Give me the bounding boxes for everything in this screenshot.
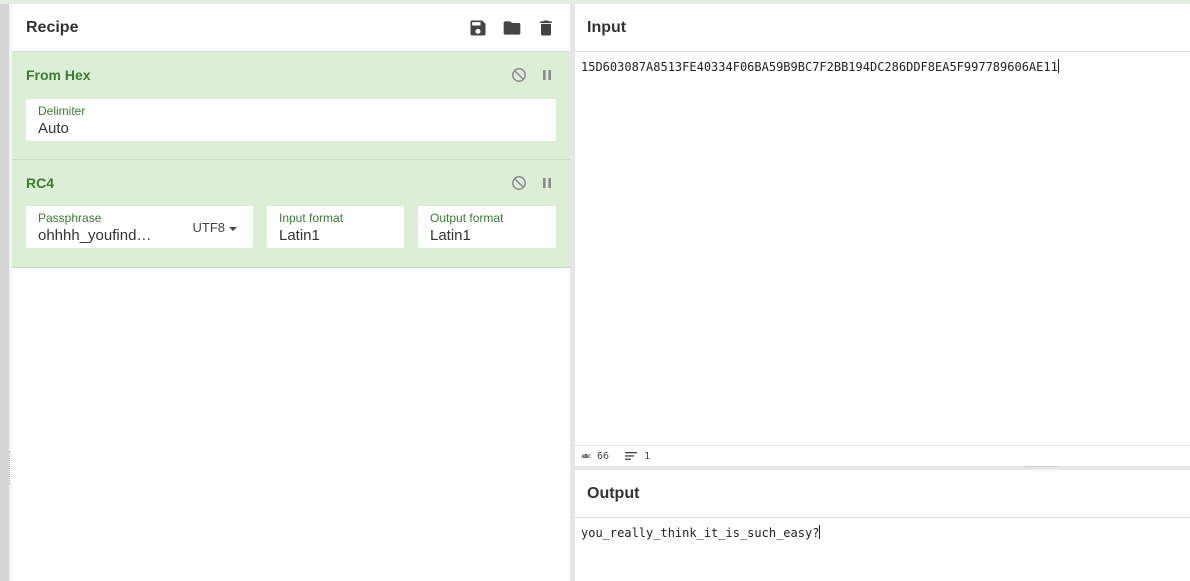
trash-icon[interactable]	[536, 18, 556, 38]
input-title: Input	[587, 18, 627, 36]
text-cursor	[819, 525, 821, 539]
operations-panel-edge	[0, 4, 9, 581]
output-textarea[interactable]: you_really_think_it_is_such_easy?	[575, 518, 1190, 547]
input-text: 15D603087A8513FE40334F06BA59B9BC7F2BB194…	[581, 60, 1058, 74]
rc4-args: Passphrase ohhhh_youfind… UTF8 Input for…	[26, 206, 556, 248]
encoding-dropdown[interactable]: UTF8	[192, 220, 237, 235]
text-cursor	[1057, 59, 1059, 73]
field-value[interactable]: Auto	[38, 119, 544, 139]
operation-header: From Hex	[26, 52, 556, 98]
input-lines: 1	[644, 450, 651, 462]
encoding-label: UTF8	[192, 220, 226, 235]
resize-grip[interactable]	[1026, 466, 1058, 469]
field-label: Input format	[279, 211, 344, 225]
save-icon[interactable]	[468, 18, 488, 38]
output-title: Output	[587, 484, 640, 502]
input-textarea[interactable]: 15D603087A8513FE40334F06BA59B9BC7F2BB194…	[575, 52, 1190, 81]
input-format-field[interactable]: Input format Latin1	[267, 206, 404, 248]
disable-icon[interactable]	[510, 174, 528, 192]
field-label: Passphrase	[38, 211, 102, 225]
output-format-field[interactable]: Output format Latin1	[418, 206, 556, 248]
field-value[interactable]: Latin1	[279, 226, 392, 246]
abc-icon: ᴀʙᴄ	[581, 452, 592, 460]
output-text: you_really_think_it_is_such_easy?	[581, 526, 820, 540]
folder-icon[interactable]	[502, 18, 522, 38]
input-status-bar: ᴀʙᴄ 66 1	[575, 445, 1190, 466]
pause-icon[interactable]	[538, 66, 556, 84]
delimiter-field[interactable]: Delimiter Auto	[26, 99, 556, 141]
recipe-title: Recipe	[26, 18, 79, 36]
passphrase-field[interactable]: Passphrase ohhhh_youfind… UTF8	[26, 206, 253, 248]
field-label: Delimiter	[38, 104, 86, 118]
operation-header: RC4	[26, 160, 556, 206]
operation-rc4[interactable]: RC4 Passphrase ohhhh_youfind… UTF8 Input…	[12, 160, 570, 268]
input-panel: Input 15D603087A8513FE40334F06BA59B9BC7F…	[575, 4, 1190, 445]
disable-icon[interactable]	[510, 66, 528, 84]
input-length: 66	[597, 450, 610, 462]
lines-icon	[625, 452, 638, 460]
cyberchef-app: Recipe From Hex Delimiter Auto RC4 Passp…	[0, 0, 1190, 581]
field-label: Output format	[430, 211, 504, 225]
operation-from-hex[interactable]: From Hex Delimiter Auto	[12, 52, 570, 160]
operation-name: From Hex	[26, 67, 91, 83]
field-value[interactable]: ohhhh_youfind…	[38, 226, 163, 246]
input-header: Input	[575, 4, 1190, 52]
field-value[interactable]: Latin1	[430, 226, 544, 246]
operation-name: RC4	[26, 175, 55, 191]
recipe-header: Recipe	[12, 4, 570, 52]
pause-icon[interactable]	[538, 174, 556, 192]
output-panel: Output you_really_think_it_is_such_easy?	[575, 470, 1190, 581]
caret-down-icon	[229, 226, 237, 231]
output-header: Output	[575, 470, 1190, 518]
recipe-panel: Recipe From Hex Delimiter Auto RC4 Passp…	[12, 4, 570, 581]
